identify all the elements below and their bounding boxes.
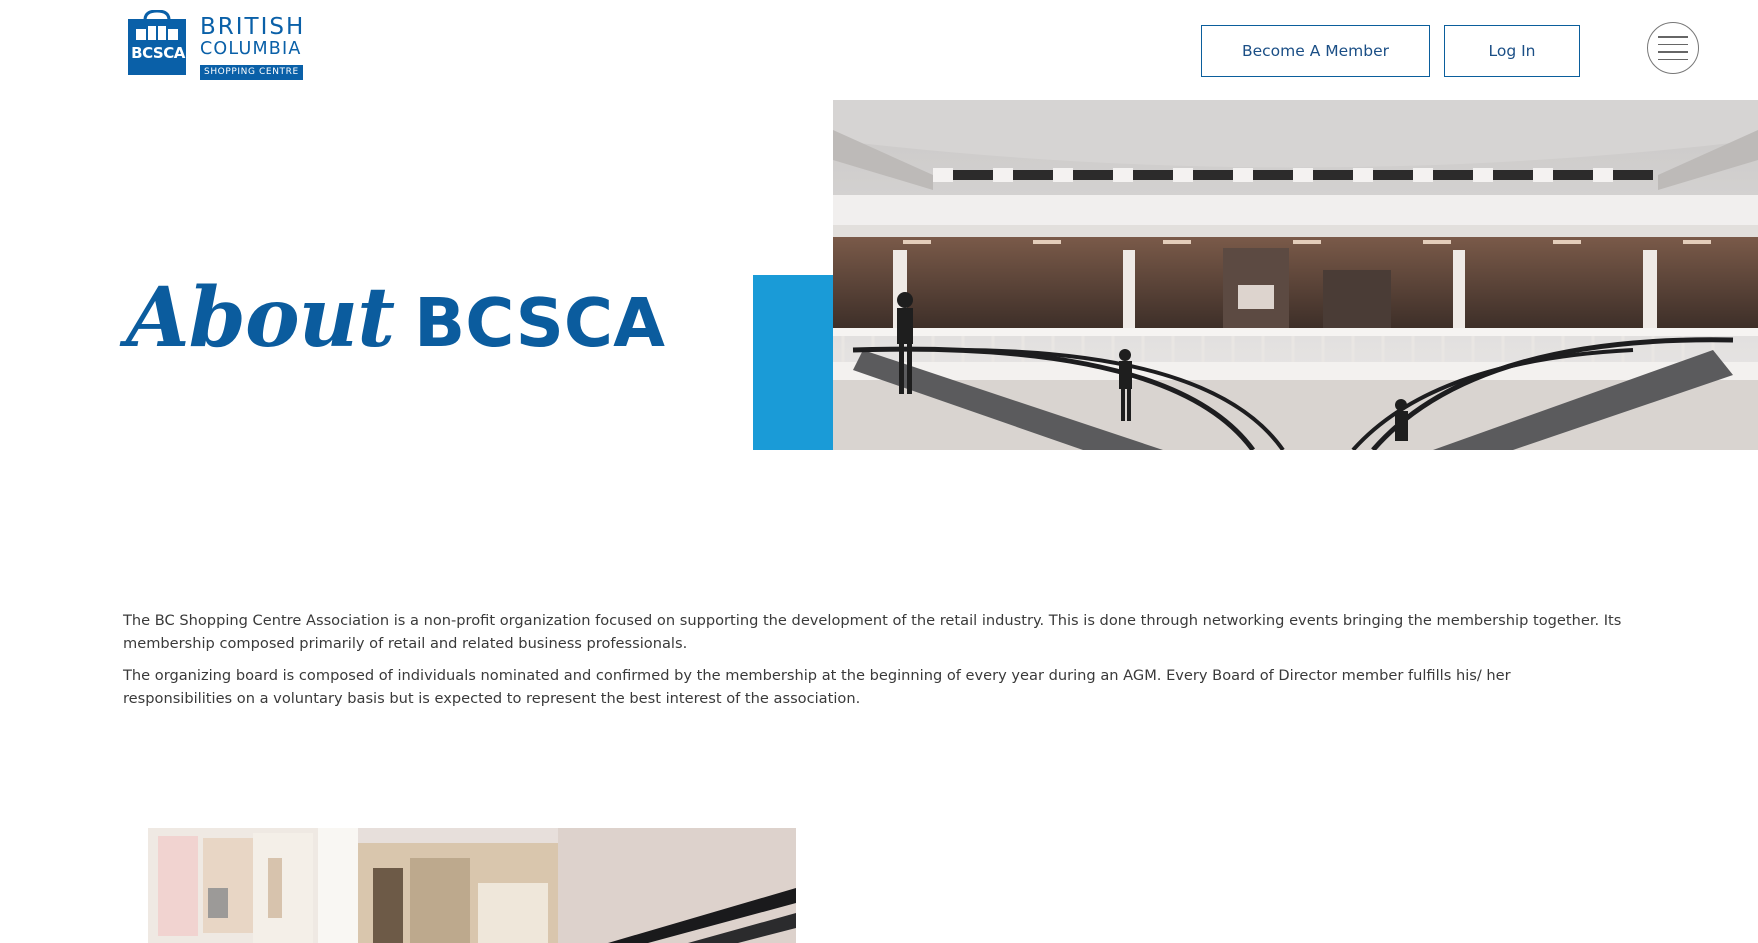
about-description: The BC Shopping Centre Association is a … <box>123 609 1623 719</box>
shopping-bag-logo-icon: BCSCA <box>126 10 188 76</box>
logo-acronym: BCSCA <box>131 44 185 62</box>
logo-line-shopping-centre: SHOPPING CENTRE <box>200 65 303 80</box>
menu-line <box>1658 36 1688 38</box>
page: BCSCA BRITISH COLUMBIA SHOPPING CENTRE B… <box>0 0 1758 943</box>
site-logo[interactable]: BCSCA BRITISH COLUMBIA SHOPPING CENTRE <box>126 10 316 80</box>
log-in-button[interactable]: Log In <box>1444 25 1580 77</box>
become-a-member-button[interactable]: Become A Member <box>1201 25 1430 77</box>
menu-line <box>1658 58 1688 60</box>
logo-wordmark: BRITISH COLUMBIA SHOPPING CENTRE <box>200 16 305 80</box>
about-paragraph-1: The BC Shopping Centre Association is a … <box>123 612 1622 652</box>
page-title: About BCSCA <box>126 268 665 378</box>
about-paragraph-2: The organizing board is composed of indi… <box>123 667 1511 707</box>
menu-line <box>1658 51 1688 53</box>
mall-storefront-photo <box>148 828 796 943</box>
shopping-mall-escalators-photo <box>833 100 1758 450</box>
hamburger-menu-icon[interactable] <box>1647 22 1699 74</box>
accent-block <box>753 275 833 450</box>
logo-line-columbia: COLUMBIA <box>200 39 302 59</box>
page-title-script: About <box>126 270 395 366</box>
page-title-plain: BCSCA <box>414 284 665 362</box>
logo-line-british: BRITISH <box>200 14 306 40</box>
menu-line <box>1658 43 1688 45</box>
